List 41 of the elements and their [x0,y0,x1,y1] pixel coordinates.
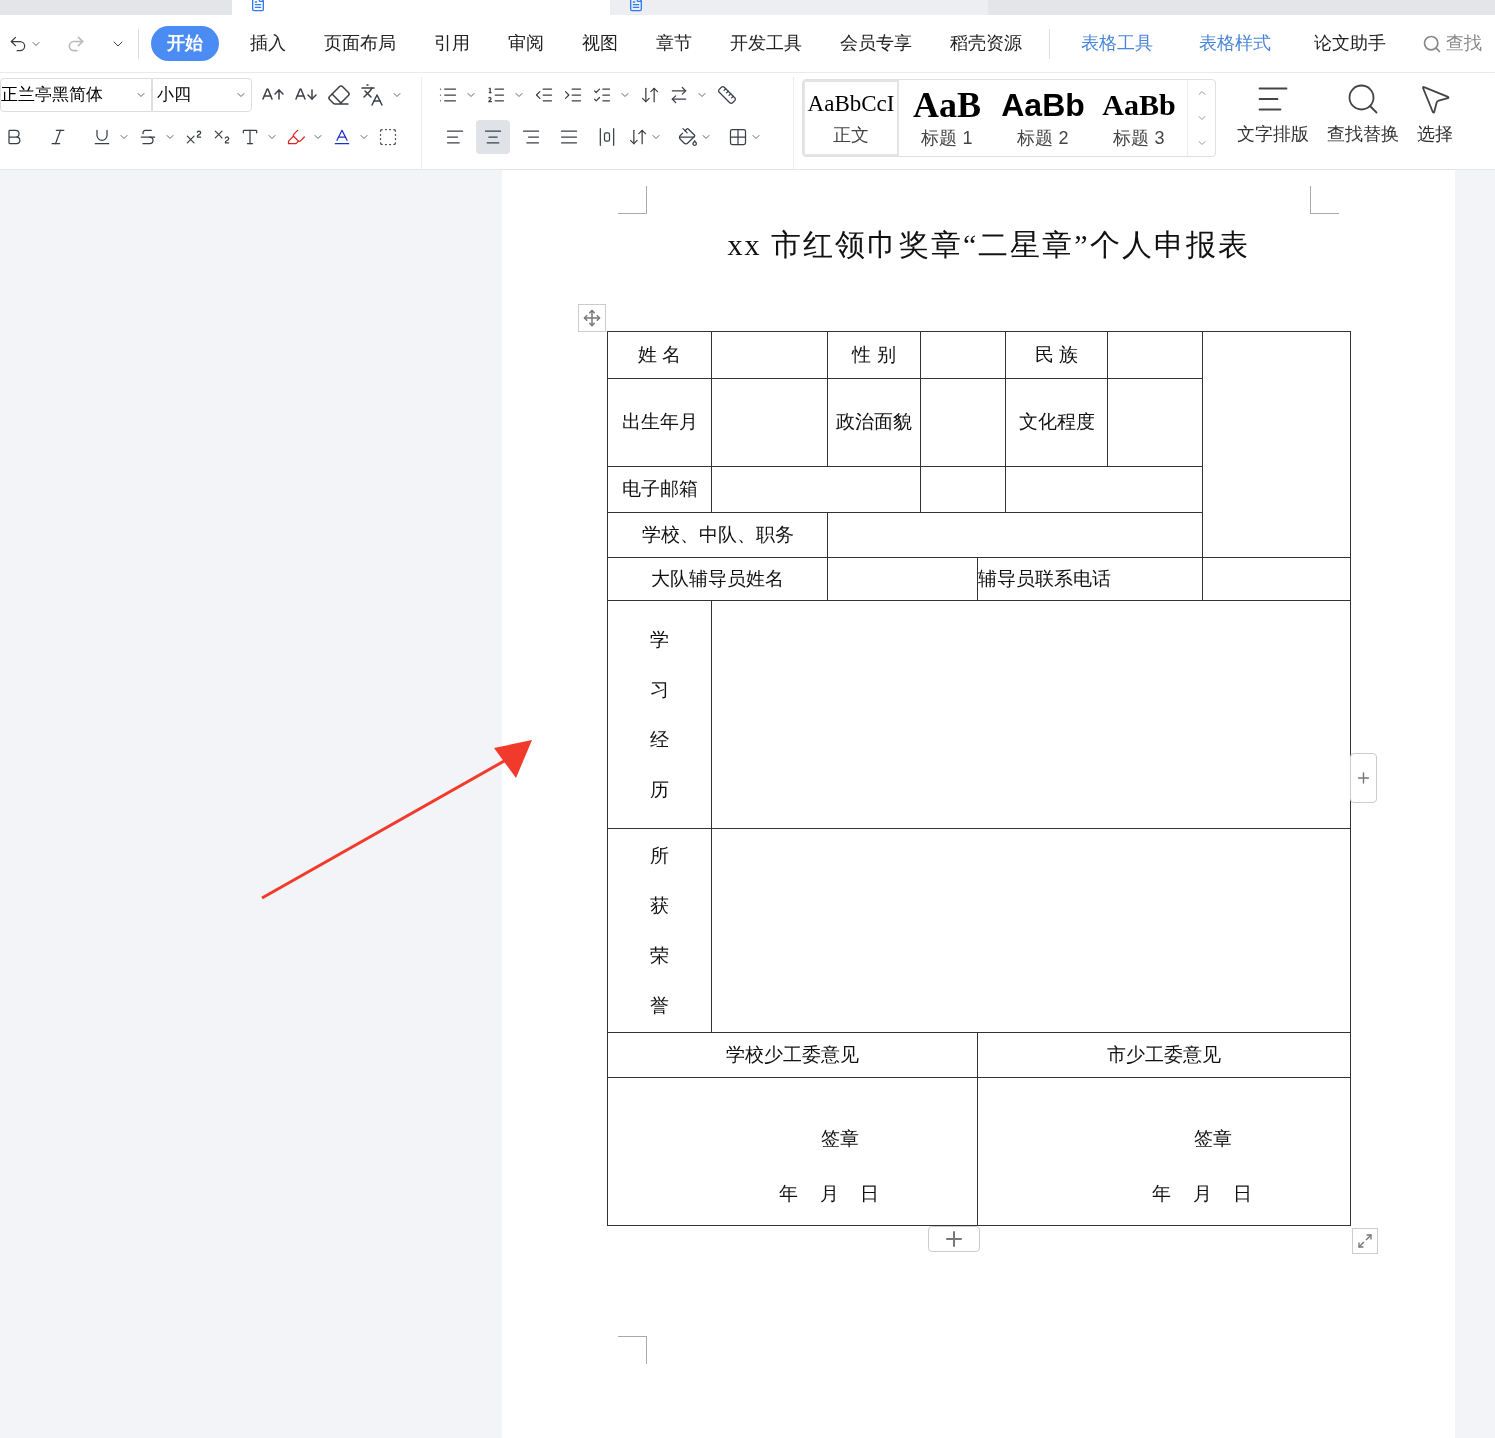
field-label: 大队辅导员姓名 [651,567,784,589]
date-label: 年 月 日 [779,1181,887,1206]
field-label: 电子邮箱 [621,478,698,500]
field-label: 出生年月 [621,411,698,433]
seal-label: 签章 [821,1127,859,1151]
ribbon-button[interactable]: 查找替换 [1318,77,1408,152]
ribbon-button[interactable]: 选择 [1408,77,1462,152]
field-label: 市少工委意见 [1107,1043,1221,1065]
seal-label: 签章 [1194,1127,1232,1151]
style-preset[interactable]: AaBb 标题 2 [995,80,1091,156]
ribbon-tab[interactable]: 会员专享 [821,26,931,61]
field-label: 性 别 [852,343,896,365]
field-label: 文化程度 [1018,411,1095,433]
date-label: 年 月 日 [1152,1181,1260,1206]
font-select[interactable]: 正兰亭黑简体 [0,78,152,112]
field-label: 学习经历 [650,627,669,802]
field-label: 姓 名 [637,343,682,365]
ribbon-tab[interactable]: 章节 [637,26,711,61]
ribbon-tab[interactable]: 页面布局 [305,26,415,61]
field-label: 辅导员联系电话 [978,567,1111,589]
ribbon-tab[interactable]: 开发工具 [711,26,821,61]
ribbon-button[interactable]: 文字排版 [1228,77,1318,152]
field-label: 学校少工委意见 [726,1043,859,1065]
field-label: 政治面貌 [836,411,912,433]
ribbon-tab[interactable]: 审阅 [489,26,563,61]
style-preset[interactable]: AaBbCcI 正文 [803,80,899,156]
ribbon-tab[interactable]: 表格样式 [1176,26,1294,61]
field-label: 学校、中队、职务 [641,523,794,545]
ribbon-tab[interactable]: 视图 [563,26,637,61]
search-label[interactable]: 查找 [1446,30,1482,57]
font-size-select[interactable]: 小四 [152,78,252,112]
field-label: 所获荣誉 [650,843,669,1018]
style-preset[interactable]: AaBb 标题 3 [1091,80,1187,156]
ribbon-tab[interactable]: 表格工具 [1058,26,1176,61]
ribbon-tab[interactable]: 引用 [415,26,489,61]
style-preset[interactable]: AaB 标题 1 [899,80,995,156]
ribbon-tab[interactable]: 稻壳资源 [931,26,1041,61]
ribbon-tab[interactable]: 论文助手 [1294,26,1406,61]
document-title: xx 市红领巾奖章“二星章”个人申报表 [727,227,1250,263]
field-label: 民 族 [1034,343,1079,365]
ribbon-tab[interactable]: 插入 [231,26,305,61]
